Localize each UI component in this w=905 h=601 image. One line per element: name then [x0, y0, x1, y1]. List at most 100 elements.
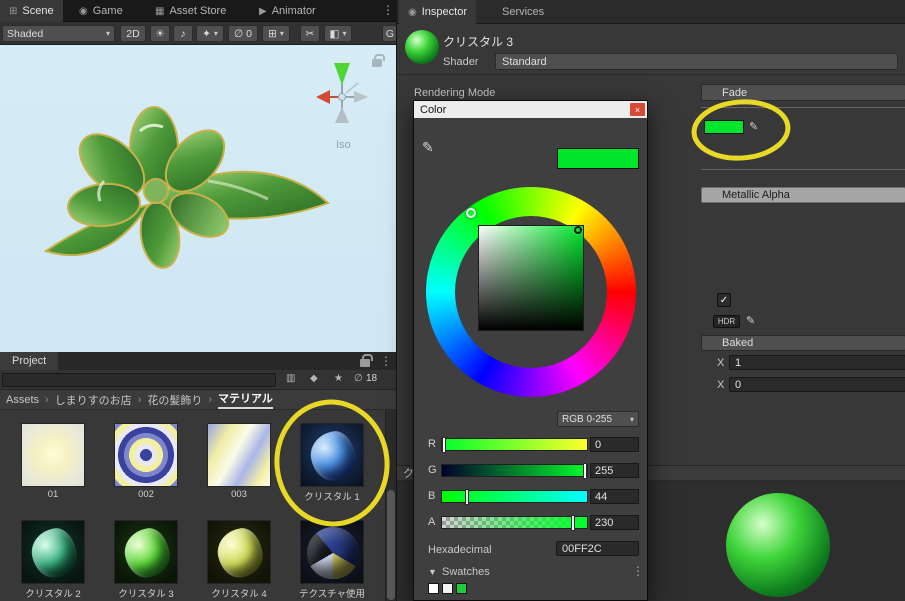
- display-dropdown[interactable]: ◧ ▾: [324, 25, 352, 42]
- material-thumbnail: [300, 520, 364, 584]
- channel-row-a: A 230: [414, 516, 649, 530]
- tab-animator[interactable]: ▶ Animator: [250, 0, 325, 22]
- asset-item[interactable]: クリスタル 4: [200, 520, 278, 600]
- channel-g-value-field[interactable]: 255: [590, 463, 639, 478]
- tab-services[interactable]: Services: [493, 0, 553, 24]
- eyedropper-icon[interactable]: ✎: [749, 120, 758, 133]
- swatch-chip[interactable]: [456, 583, 467, 594]
- tag-icon[interactable]: ◆: [310, 373, 318, 384]
- lock-icon[interactable]: [360, 359, 370, 367]
- gizmo-down-axis: [335, 107, 349, 123]
- color-mode-value: RGB 0-255: [562, 414, 612, 425]
- albedo-color-swatch[interactable]: [704, 120, 744, 134]
- slider-handle[interactable]: [442, 437, 446, 453]
- effects-dropdown[interactable]: ✦ ▾: [196, 25, 224, 42]
- tab-scene[interactable]: ⊞ Scene: [0, 0, 63, 22]
- channel-a-value-field[interactable]: 230: [590, 515, 639, 530]
- channel-r-slider[interactable]: [441, 438, 588, 451]
- display-icon: ◧: [330, 28, 340, 40]
- scene-orientation-gizmo[interactable]: [306, 57, 378, 137]
- hidden-objects-button[interactable]: ∅ 0: [228, 25, 258, 42]
- breadcrumb-folder-2[interactable]: 花の髪飾り: [147, 392, 202, 408]
- tab-project[interactable]: Project: [0, 352, 58, 370]
- foldout-arrow-icon[interactable]: ▼: [428, 567, 437, 577]
- swatches-menu-kebab-icon[interactable]: ⋮: [632, 564, 644, 578]
- asset-item[interactable]: 003: [200, 423, 278, 500]
- asset-item[interactable]: 002: [107, 423, 185, 500]
- shader-dropdown[interactable]: Standard: [495, 53, 898, 70]
- project-menu-kebab-icon[interactable]: ⋮: [380, 354, 392, 368]
- tools-button[interactable]: ✂: [300, 25, 320, 42]
- channel-b-value-field[interactable]: 44: [590, 489, 639, 504]
- tab-asset-store[interactable]: ▦ Asset Store: [146, 0, 235, 22]
- eyedropper-icon[interactable]: ✎: [746, 314, 755, 327]
- metallic-source-dropdown[interactable]: Metallic Alpha: [701, 187, 905, 203]
- scissors-icon: ✂: [306, 28, 315, 40]
- asset-label: テクスチャ使用: [293, 586, 371, 600]
- material-preview-sphere[interactable]: [726, 493, 830, 597]
- tab-game[interactable]: ◉ Game: [70, 0, 132, 22]
- asset-item[interactable]: 01: [14, 423, 92, 500]
- scrollbar-thumb[interactable]: [387, 490, 395, 600]
- sv-marker[interactable]: [574, 226, 582, 234]
- hue-marker[interactable]: [466, 208, 476, 218]
- channel-a-value: 230: [595, 517, 613, 529]
- breadcrumb-assets[interactable]: Assets: [6, 394, 39, 406]
- inspector-icon: ◉: [408, 7, 417, 18]
- asset-item[interactable]: クリスタル 1: [293, 423, 371, 503]
- hexadecimal-field[interactable]: 00FF2C: [556, 541, 639, 556]
- global-illumination-dropdown[interactable]: Baked: [701, 335, 905, 351]
- swatch-chip[interactable]: [442, 583, 453, 594]
- channel-r-value-field[interactable]: 0: [590, 437, 639, 452]
- hidden-asset-count: 18: [366, 373, 377, 384]
- divider: [397, 74, 905, 75]
- rendering-mode-dropdown[interactable]: Fade: [701, 84, 905, 101]
- chevron-down-icon: ▾: [106, 29, 110, 38]
- asset-item[interactable]: テクスチャ使用: [293, 520, 371, 600]
- tiling-x-field[interactable]: 1: [729, 355, 905, 370]
- channel-b-slider[interactable]: [441, 490, 588, 503]
- color-picker-titlebar[interactable]: Color: [414, 101, 647, 118]
- slider-handle[interactable]: [583, 463, 587, 479]
- swatch-chip[interactable]: [428, 583, 439, 594]
- close-icon: ×: [635, 105, 640, 115]
- lock-icon[interactable]: [372, 59, 382, 67]
- hdr-badge[interactable]: HDR: [713, 315, 740, 328]
- breadcrumb-separator: ›: [208, 394, 212, 406]
- two-pane-icon[interactable]: ▥: [286, 373, 295, 384]
- emission-checkbox[interactable]: ✓: [717, 293, 731, 307]
- lighting-toggle-button[interactable]: ☀: [150, 25, 170, 42]
- asset-item[interactable]: クリスタル 3: [107, 520, 185, 600]
- breadcrumb-folder-current[interactable]: マテリアル: [218, 390, 273, 409]
- tab-animator-label: Animator: [272, 5, 316, 17]
- breadcrumb-folder-1[interactable]: しまりすのお店: [55, 392, 132, 408]
- channel-a-slider[interactable]: [441, 516, 588, 529]
- offset-x-field[interactable]: 0: [729, 377, 905, 392]
- channel-g-slider[interactable]: [441, 464, 588, 477]
- project-scrollbar[interactable]: [385, 410, 396, 601]
- grid-dropdown[interactable]: ⊞ ▾: [262, 25, 290, 42]
- slider-handle[interactable]: [465, 489, 469, 505]
- crossed-eye-icon[interactable]: ∅: [354, 373, 363, 384]
- color-mode-dropdown[interactable]: RGB 0-255 ▾: [557, 411, 639, 427]
- channel-row-r: R 0: [414, 438, 649, 452]
- saturation-value-box[interactable]: [478, 225, 584, 331]
- color-picker-window: Color × ✎ RGB 0-255 ▾ R 0 G 255 B: [413, 100, 648, 601]
- swatches-label[interactable]: Swatches: [442, 566, 490, 578]
- eyedropper-icon[interactable]: ✎: [422, 139, 434, 156]
- project-panel: Project ⋮ ▥ ◆ ★ ∅ 18 Assets › しまりすのお店 › …: [0, 352, 396, 601]
- shaded-label: Shaded: [7, 28, 43, 40]
- audio-toggle-button[interactable]: ♪: [173, 25, 193, 42]
- close-button[interactable]: ×: [630, 103, 645, 116]
- offset-x-label: X: [717, 379, 724, 391]
- scene-viewport[interactable]: Iso: [0, 45, 396, 352]
- slider-handle[interactable]: [571, 515, 575, 531]
- 2d-toggle-button[interactable]: 2D: [120, 25, 146, 42]
- asset-item[interactable]: クリスタル 2: [14, 520, 92, 600]
- search-input[interactable]: [2, 373, 276, 387]
- favorites-star-icon[interactable]: ★: [334, 373, 343, 384]
- tab-inspector[interactable]: ◉ Inspector: [399, 0, 476, 24]
- tab-menu-kebab-icon[interactable]: ⋮: [382, 3, 394, 17]
- projection-mode-label[interactable]: Iso: [336, 139, 351, 151]
- shaded-dropdown[interactable]: Shaded ▾: [2, 25, 115, 42]
